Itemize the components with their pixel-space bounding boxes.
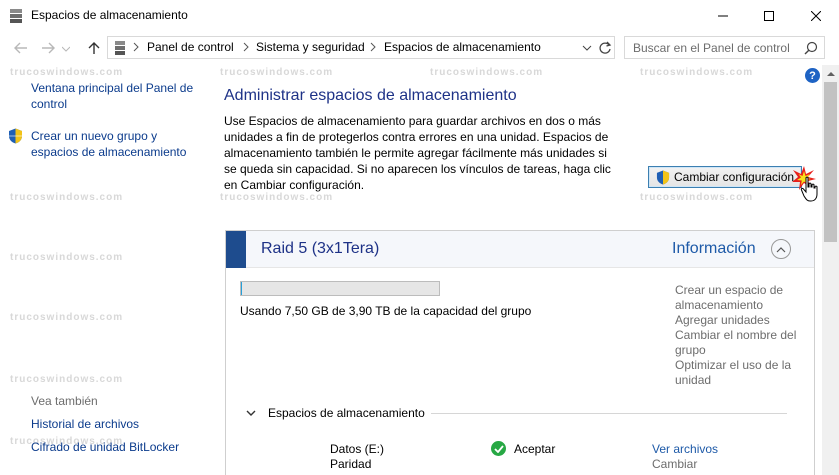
arrow-left-icon: [14, 42, 27, 54]
arrow-right-icon: [42, 42, 55, 54]
pool-header: Raid 5 (3x1Tera) Información: [226, 231, 814, 268]
storage-spaces-icon: [10, 9, 22, 23]
up-button[interactable]: [86, 40, 102, 56]
chevron-right-icon: [243, 42, 249, 52]
pool-accent-bar: [226, 231, 246, 268]
search-input[interactable]: Buscar en el Panel de control: [624, 36, 825, 59]
forward-button[interactable]: [40, 40, 56, 56]
section-divider: [431, 413, 787, 414]
breadcrumb-control-panel[interactable]: Panel de control: [147, 40, 234, 54]
maximize-icon: [764, 10, 774, 21]
breadcrumb-storage-spaces[interactable]: Espacios de almacenamiento: [384, 40, 541, 54]
chevron-up-icon: [776, 246, 786, 252]
breadcrumb-system-security[interactable]: Sistema y seguridad: [256, 40, 365, 54]
task-optimize-drive[interactable]: Optimizar el uso de la unidad: [675, 358, 800, 388]
address-bar[interactable]: Panel de control Sistema y seguridad Esp…: [107, 36, 615, 59]
see-also-heading: Vea también: [31, 394, 98, 408]
collapse-button[interactable]: [771, 239, 791, 259]
chevron-down-icon[interactable]: [580, 41, 594, 55]
chevron-down-icon: [62, 46, 70, 52]
main-content: Administrar espacios de almacenamiento U…: [208, 65, 822, 475]
capacity-text: Usando 7,50 GB de 3,90 TB de la capacida…: [240, 304, 532, 318]
storage-pool-card: Raid 5 (3x1Tera) Información Usando 7,50…: [225, 230, 815, 475]
minimize-button[interactable]: [700, 0, 746, 31]
page-title: Administrar espacios de almacenamiento: [224, 87, 517, 104]
vertical-scrollbar[interactable]: [822, 65, 839, 475]
uac-shield-icon: [656, 170, 670, 184]
arrow-up-icon: [88, 42, 100, 54]
hand-cursor-icon: [800, 176, 818, 202]
ok-status-icon: [491, 441, 506, 456]
create-pool-link[interactable]: Crear un nuevo grupo y espacios de almac…: [31, 128, 201, 160]
change-settings-label: Cambiar configuración: [674, 170, 795, 184]
chevron-right-icon: [133, 42, 139, 52]
task-rename-pool[interactable]: Cambiar el nombre del grupo: [675, 328, 800, 358]
chevron-right-icon: [370, 42, 376, 52]
window-title: Espacios de almacenamiento: [31, 8, 188, 22]
close-button[interactable]: [793, 0, 839, 31]
spaces-section-label: Espacios de almacenamiento: [268, 406, 425, 420]
maximize-button[interactable]: [746, 0, 792, 31]
storage-spaces-icon: [115, 41, 125, 55]
bitlocker-link[interactable]: Cifrado de unidad BitLocker: [31, 439, 179, 455]
scroll-up-button[interactable]: [822, 65, 839, 82]
close-icon: [811, 10, 821, 21]
uac-shield-icon: [9, 128, 22, 144]
scrollbar-thumb[interactable]: [824, 82, 837, 242]
pool-name: Raid 5 (3x1Tera): [261, 240, 380, 257]
search-icon[interactable]: [804, 41, 818, 55]
space-name: Datos (E:): [330, 442, 385, 456]
chevron-down-icon[interactable]: [246, 408, 256, 418]
control-panel-home-link[interactable]: Ventana principal del Panel de control: [31, 80, 201, 112]
page-description: Use Espacios de almacenamiento para guar…: [224, 114, 611, 192]
navigation-bar: Panel de control Sistema y seguridad Esp…: [0, 31, 839, 65]
search-placeholder: Buscar en el Panel de control: [633, 41, 790, 55]
change-settings-button[interactable]: Cambiar configuración: [648, 166, 802, 188]
task-create-space[interactable]: Crear un espacio de almacenamiento: [675, 283, 800, 313]
space-resiliency: Paridad: [330, 457, 372, 471]
chevron-up-icon: [826, 72, 835, 76]
title-bar: Espacios de almacenamiento: [0, 0, 839, 31]
view-files-link[interactable]: Ver archivos: [652, 442, 718, 456]
refresh-icon[interactable]: [598, 40, 612, 56]
minimize-icon: [718, 15, 728, 16]
recent-locations-button[interactable]: [61, 41, 71, 57]
task-add-drives[interactable]: Agregar unidades: [675, 313, 800, 328]
back-button[interactable]: [13, 40, 29, 56]
file-history-link[interactable]: Historial de archivos: [31, 416, 139, 432]
pool-info-label: Información: [672, 240, 756, 257]
space-status: Aceptar: [514, 442, 556, 456]
left-pane: Ventana principal del Panel de control C…: [0, 65, 208, 475]
change-space-link[interactable]: Cambiar: [652, 457, 697, 471]
capacity-bar: [240, 281, 440, 296]
